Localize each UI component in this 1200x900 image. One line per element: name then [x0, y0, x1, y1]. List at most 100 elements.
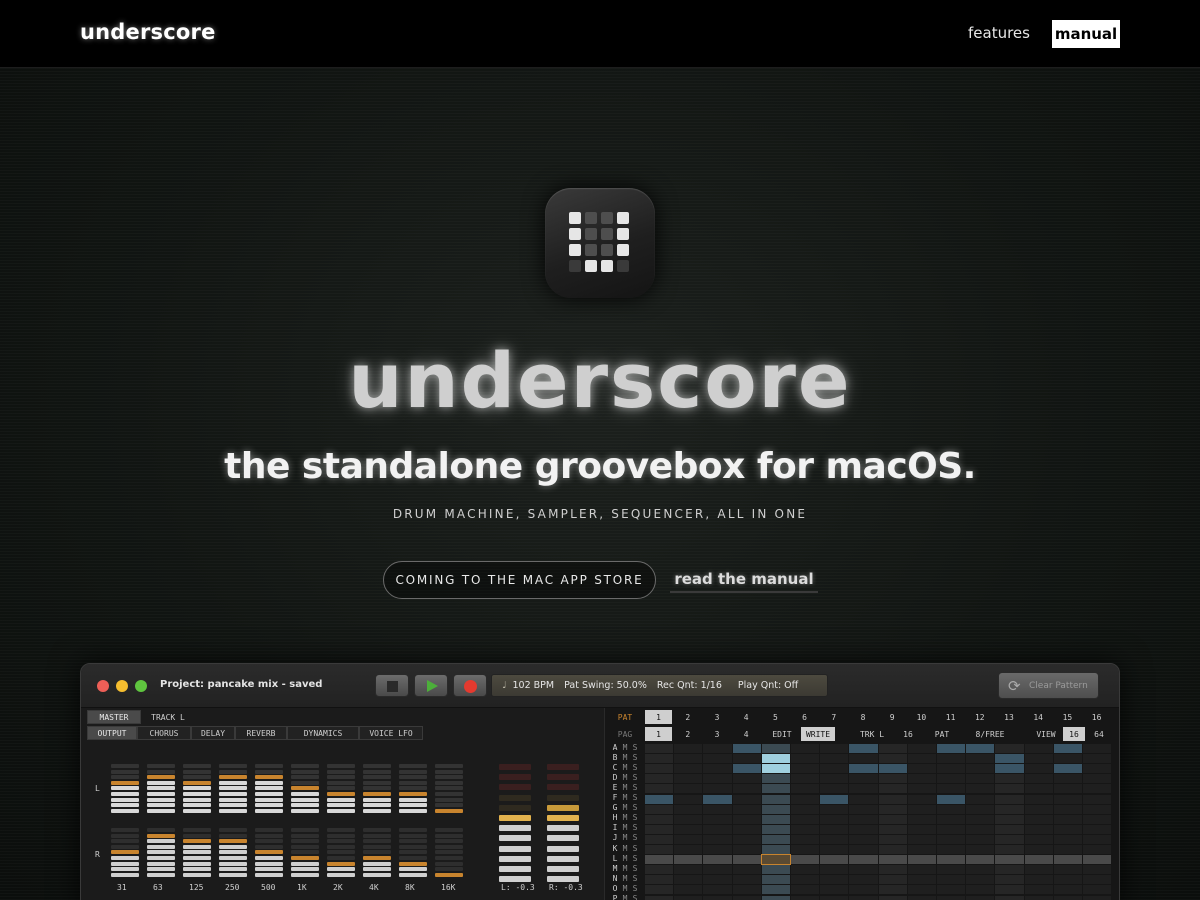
sequencer-step-cell[interactable]: [820, 855, 849, 865]
sequencer-step-cell[interactable]: [995, 744, 1024, 754]
sequencer-step-cell[interactable]: [1053, 764, 1082, 774]
sequencer-step-cell[interactable]: [937, 824, 966, 834]
sequencer-step-cell[interactable]: [732, 754, 761, 764]
sequencer-step-cell[interactable]: [761, 895, 790, 900]
track-solo-toggle[interactable]: S: [631, 873, 639, 883]
sequencer-step-cell[interactable]: [761, 784, 790, 794]
sequencer-step-cell[interactable]: [674, 804, 703, 814]
sequencer-step-cell[interactable]: [761, 814, 790, 824]
sequencer-step-cell[interactable]: [907, 784, 936, 794]
sequencer-step-cell[interactable]: [703, 804, 732, 814]
sequencer-step-cell[interactable]: [1083, 744, 1112, 754]
sequencer-step-cell[interactable]: [878, 824, 907, 834]
sequencer-step-cell[interactable]: [1024, 865, 1053, 875]
sequencer-step-cell[interactable]: [966, 774, 995, 784]
minimize-dot-icon[interactable]: [116, 680, 128, 692]
sequencer-step-cell[interactable]: [966, 744, 995, 754]
nav-link-manual[interactable]: manual: [1052, 20, 1120, 48]
sequencer-step-cell[interactable]: [674, 834, 703, 844]
track-label[interactable]: TRK L: [857, 727, 887, 741]
sequencer-step-cell[interactable]: [791, 824, 820, 834]
sequencer-step-cell[interactable]: [966, 865, 995, 875]
track-solo-toggle[interactable]: S: [631, 894, 639, 900]
sequencer-step-cell[interactable]: [878, 895, 907, 900]
sequencer-step-cell[interactable]: [791, 804, 820, 814]
sequencer-step-cell[interactable]: [878, 834, 907, 844]
sequencer-step-cell[interactable]: [1024, 845, 1053, 855]
sequencer-step-cell[interactable]: [703, 784, 732, 794]
sequencer-step-cell[interactable]: [674, 774, 703, 784]
sequencer-step-cell[interactable]: [849, 754, 878, 764]
sequencer-step-cell[interactable]: [645, 875, 674, 885]
sequencer-step-cell[interactable]: [878, 754, 907, 764]
sequencer-step-cell[interactable]: [995, 754, 1024, 764]
page-button-4[interactable]: 4: [733, 727, 760, 741]
track-solo-toggle[interactable]: S: [631, 813, 639, 823]
sequencer-step-cell[interactable]: [732, 814, 761, 824]
sequencer-step-cell[interactable]: [703, 744, 732, 754]
sequencer-step-cell[interactable]: [1024, 804, 1053, 814]
sequencer-step-cell[interactable]: [645, 895, 674, 900]
sequencer-step-cell[interactable]: [1083, 834, 1112, 844]
sequencer-step-cell[interactable]: [937, 855, 966, 865]
tempo-display[interactable]: ♩ 102 BPM Pat Swing: 50.0% Rec Qnt: 1/16…: [491, 674, 828, 697]
sequencer-step-cell[interactable]: [703, 885, 732, 895]
sequencer-step-cell[interactable]: [849, 875, 878, 885]
sequencer-step-cell[interactable]: [1083, 804, 1112, 814]
sequencer-step-cell[interactable]: [849, 865, 878, 875]
sequencer-step-cell[interactable]: [820, 865, 849, 875]
sequencer-step-cell[interactable]: [1024, 774, 1053, 784]
track-solo-toggle[interactable]: S: [631, 752, 639, 762]
sequencer-step-cell[interactable]: [674, 814, 703, 824]
sequencer-step-cell[interactable]: [1053, 865, 1082, 875]
sequencer-step-cell[interactable]: [820, 875, 849, 885]
sequencer-step-cell[interactable]: [1024, 794, 1053, 804]
sequencer-step-cell[interactable]: [937, 814, 966, 824]
sequencer-step-cell[interactable]: [703, 845, 732, 855]
sequencer-step-cell[interactable]: [966, 875, 995, 885]
view-label[interactable]: VIEW: [1031, 727, 1061, 741]
sequencer-step-cell[interactable]: [907, 885, 936, 895]
sequencer-step-cell[interactable]: [645, 834, 674, 844]
sequencer-step-cell[interactable]: [791, 814, 820, 824]
track-mute-toggle[interactable]: M: [621, 762, 629, 772]
sequencer-step-cell[interactable]: [1083, 855, 1112, 865]
sequencer-step-cell[interactable]: [1083, 774, 1112, 784]
sequencer-step-cell[interactable]: [966, 834, 995, 844]
sequencer-step-cell[interactable]: [995, 885, 1024, 895]
sequencer-step-cell[interactable]: [849, 804, 878, 814]
close-dot-icon[interactable]: [97, 680, 109, 692]
pattern-step-10[interactable]: 10: [908, 710, 935, 724]
sequencer-step-cell[interactable]: [791, 895, 820, 900]
sequencer-step-cell[interactable]: [761, 885, 790, 895]
sequencer-step-cell[interactable]: [820, 754, 849, 764]
sequencer-step-cell[interactable]: [791, 774, 820, 784]
edit-button[interactable]: EDIT: [765, 727, 799, 741]
sequencer-step-cell[interactable]: [645, 774, 674, 784]
sequencer-step-cell[interactable]: [907, 875, 936, 885]
sequencer-step-cell[interactable]: [703, 824, 732, 834]
sequencer-step-cell[interactable]: [907, 774, 936, 784]
sequencer-step-cell[interactable]: [791, 754, 820, 764]
sequencer-step-cell[interactable]: [1053, 845, 1082, 855]
sequencer-step-cell[interactable]: [1083, 875, 1112, 885]
track-solo-toggle[interactable]: S: [631, 772, 639, 782]
sequencer-step-cell[interactable]: [761, 834, 790, 844]
sequencer-step-cell[interactable]: [849, 855, 878, 865]
track-mute-toggle[interactable]: M: [621, 853, 629, 863]
sequencer-step-cell[interactable]: [937, 804, 966, 814]
track-mute-toggle[interactable]: M: [621, 843, 629, 853]
sequencer-step-cell[interactable]: [791, 744, 820, 754]
sequencer-step-cell[interactable]: [995, 845, 1024, 855]
sequencer-step-cell[interactable]: [937, 794, 966, 804]
track-mute-toggle[interactable]: M: [621, 793, 629, 803]
sequencer-step-cell[interactable]: [1053, 784, 1082, 794]
sequencer-step-cell[interactable]: [674, 875, 703, 885]
sequencer-step-cell[interactable]: [937, 895, 966, 900]
sequencer-step-cell[interactable]: [732, 804, 761, 814]
sequencer-step-cell[interactable]: [995, 804, 1024, 814]
sequencer-step-cell[interactable]: [1053, 754, 1082, 764]
sequencer-step-cell[interactable]: [878, 875, 907, 885]
sequencer-step-cell[interactable]: [674, 865, 703, 875]
page-button-3[interactable]: 3: [703, 727, 730, 741]
